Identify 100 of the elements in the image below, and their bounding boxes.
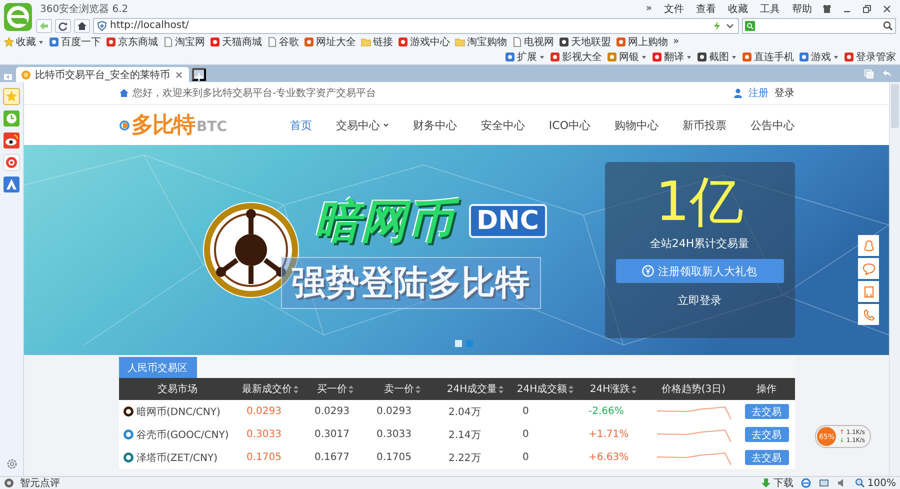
close-icon[interactable] bbox=[174, 70, 184, 80]
menu-item[interactable]: » bbox=[646, 3, 652, 14]
coin-tag: DNC bbox=[468, 204, 547, 238]
scrollbar[interactable] bbox=[889, 82, 900, 476]
bookmark-item[interactable]: 淘宝购物 bbox=[455, 34, 507, 48]
bookmark-item[interactable]: 京东商城 bbox=[106, 34, 158, 48]
bookmark-item[interactable]: 收藏 bbox=[4, 34, 44, 48]
toolbar-item[interactable]: 直连手机 bbox=[742, 50, 794, 64]
column-header[interactable]: 卖一价 bbox=[366, 378, 438, 400]
stat-label: 全站24H累计交易量 bbox=[650, 236, 750, 251]
settings-icon[interactable] bbox=[6, 458, 18, 470]
window-icon[interactable] bbox=[819, 478, 830, 488]
restore-icon[interactable] bbox=[862, 4, 872, 14]
sort-icon bbox=[415, 384, 421, 394]
contact-button[interactable] bbox=[858, 304, 879, 325]
banner-slogan: 强势登陆多比特 bbox=[280, 257, 540, 309]
refresh-button[interactable] bbox=[55, 18, 71, 32]
nav-link[interactable]: 财务中心 bbox=[412, 118, 457, 132]
nav-link[interactable]: 交易中心 bbox=[336, 118, 389, 132]
menu-item[interactable]: 帮助 bbox=[792, 2, 812, 16]
nav-link[interactable]: 安全中心 bbox=[480, 118, 525, 132]
column-header[interactable]: 24H涨跌 bbox=[578, 378, 648, 400]
bookmark-item[interactable]: 网上购物 bbox=[616, 34, 668, 48]
caret-icon bbox=[686, 54, 692, 60]
more-bookmarks-button[interactable]: » bbox=[673, 36, 680, 47]
column-header: 交易市场 bbox=[118, 378, 236, 400]
caret-icon bbox=[38, 38, 44, 44]
clock-icon[interactable] bbox=[3, 110, 20, 127]
target-icon[interactable] bbox=[3, 154, 20, 171]
market-name[interactable]: 暗网币(DNC/CNY) bbox=[136, 404, 220, 418]
scroll-thumb[interactable] bbox=[891, 84, 899, 128]
bookmark-item[interactable]: 谷歌 bbox=[267, 34, 299, 48]
close-icon[interactable] bbox=[882, 4, 892, 14]
review-icon[interactable] bbox=[4, 478, 14, 488]
nav-link[interactable]: 首页 bbox=[290, 118, 312, 132]
bookmark-item[interactable]: 网址大全 bbox=[304, 34, 356, 48]
search-icon[interactable] bbox=[883, 20, 893, 30]
column-header[interactable]: 最新成交价 bbox=[236, 378, 304, 400]
bookmark-item[interactable]: 天猫商城 bbox=[210, 34, 262, 48]
top-link[interactable]: 登录 bbox=[774, 86, 794, 100]
contact-button[interactable] bbox=[858, 258, 879, 279]
status-text[interactable]: 智元点评 bbox=[20, 476, 60, 489]
search-engine-icon[interactable] bbox=[745, 20, 755, 30]
new-tab-button[interactable] bbox=[192, 68, 206, 81]
menu-item[interactable]: 查看 bbox=[696, 2, 716, 16]
bookmark-item[interactable]: 链接 bbox=[361, 34, 393, 48]
toolbar-item[interactable]: 扩展 bbox=[505, 50, 545, 64]
greeting-text: 您好，欢迎来到多比特交易平台-专业数字资产交易平台 bbox=[132, 86, 376, 100]
shirt-icon[interactable] bbox=[822, 4, 832, 14]
bookmark-item[interactable]: 游戏中心 bbox=[398, 34, 450, 48]
tent-icon[interactable] bbox=[3, 176, 20, 193]
table-cell-text: 2.04万 bbox=[448, 406, 482, 420]
stat-value: 1亿 bbox=[655, 170, 744, 234]
search-field[interactable] bbox=[742, 18, 896, 34]
nav-link[interactable]: 购物中心 bbox=[614, 118, 658, 132]
top-link[interactable]: 注册 bbox=[748, 86, 768, 100]
app-icon bbox=[652, 52, 662, 62]
toolbar-item[interactable]: 截图 bbox=[697, 50, 737, 64]
toolbar-item[interactable]: 网银 bbox=[607, 50, 647, 64]
bookmark-item[interactable]: 淘宝网 bbox=[163, 34, 205, 48]
column-header[interactable]: 24H成交量 bbox=[438, 378, 512, 400]
ie-icon[interactable] bbox=[801, 478, 812, 488]
eye-icon[interactable] bbox=[3, 132, 20, 149]
bookmark-item[interactable]: 天地联盟 bbox=[559, 34, 611, 48]
market-name[interactable]: 谷壳币(GOOC/CNY) bbox=[136, 428, 229, 442]
toolbar-item[interactable]: 翻译 bbox=[652, 50, 692, 64]
home-button[interactable] bbox=[74, 18, 90, 32]
menu-item[interactable]: 文件 bbox=[664, 2, 684, 16]
nav-link[interactable]: ICO中心 bbox=[548, 118, 590, 132]
toolbar-item[interactable]: 游戏 bbox=[799, 50, 839, 64]
browser-tab[interactable]: 比特币交易平台_安全的莱特币 bbox=[16, 67, 189, 82]
home-icon bbox=[77, 20, 87, 30]
login-link[interactable]: 立即登录 bbox=[678, 293, 722, 308]
home-icon bbox=[118, 88, 128, 98]
table-cell-text: 0.1705 bbox=[376, 451, 412, 465]
logo-icon bbox=[118, 120, 130, 130]
column-header[interactable]: 买一价 bbox=[304, 378, 366, 400]
toolbar-item[interactable]: 影视大全 bbox=[550, 50, 602, 64]
market-name[interactable]: 泽塔币(ZET/CNY) bbox=[136, 450, 218, 464]
contact-button[interactable] bbox=[858, 281, 879, 302]
coin-icon bbox=[122, 406, 134, 417]
address-field[interactable]: http://localhost/ bbox=[93, 18, 739, 34]
toolbar-item[interactable]: 登录管家 bbox=[844, 50, 896, 64]
coin-icon bbox=[122, 452, 134, 463]
column-header[interactable]: 24H成交额 bbox=[512, 378, 578, 400]
menu-item[interactable]: 收藏 bbox=[728, 2, 748, 16]
nav-link[interactable]: 新币投票 bbox=[682, 118, 726, 132]
bookmark-item[interactable]: 百度一下 bbox=[49, 34, 101, 48]
contact-button[interactable] bbox=[858, 235, 879, 256]
table-cell-text: 0.0293 bbox=[314, 405, 350, 419]
app-icon bbox=[49, 36, 59, 46]
download-button[interactable]: 下载 bbox=[761, 476, 794, 489]
app-icon bbox=[844, 52, 854, 62]
zoom-button[interactable]: 100% bbox=[855, 478, 896, 488]
app-icon bbox=[799, 52, 809, 62]
app-icon bbox=[607, 52, 617, 62]
bookmark-item[interactable]: 电视网 bbox=[512, 34, 554, 48]
menu-item[interactable]: 工具 bbox=[760, 2, 780, 16]
app-icon bbox=[398, 36, 408, 46]
nav-link[interactable]: 公告中心 bbox=[750, 118, 794, 132]
